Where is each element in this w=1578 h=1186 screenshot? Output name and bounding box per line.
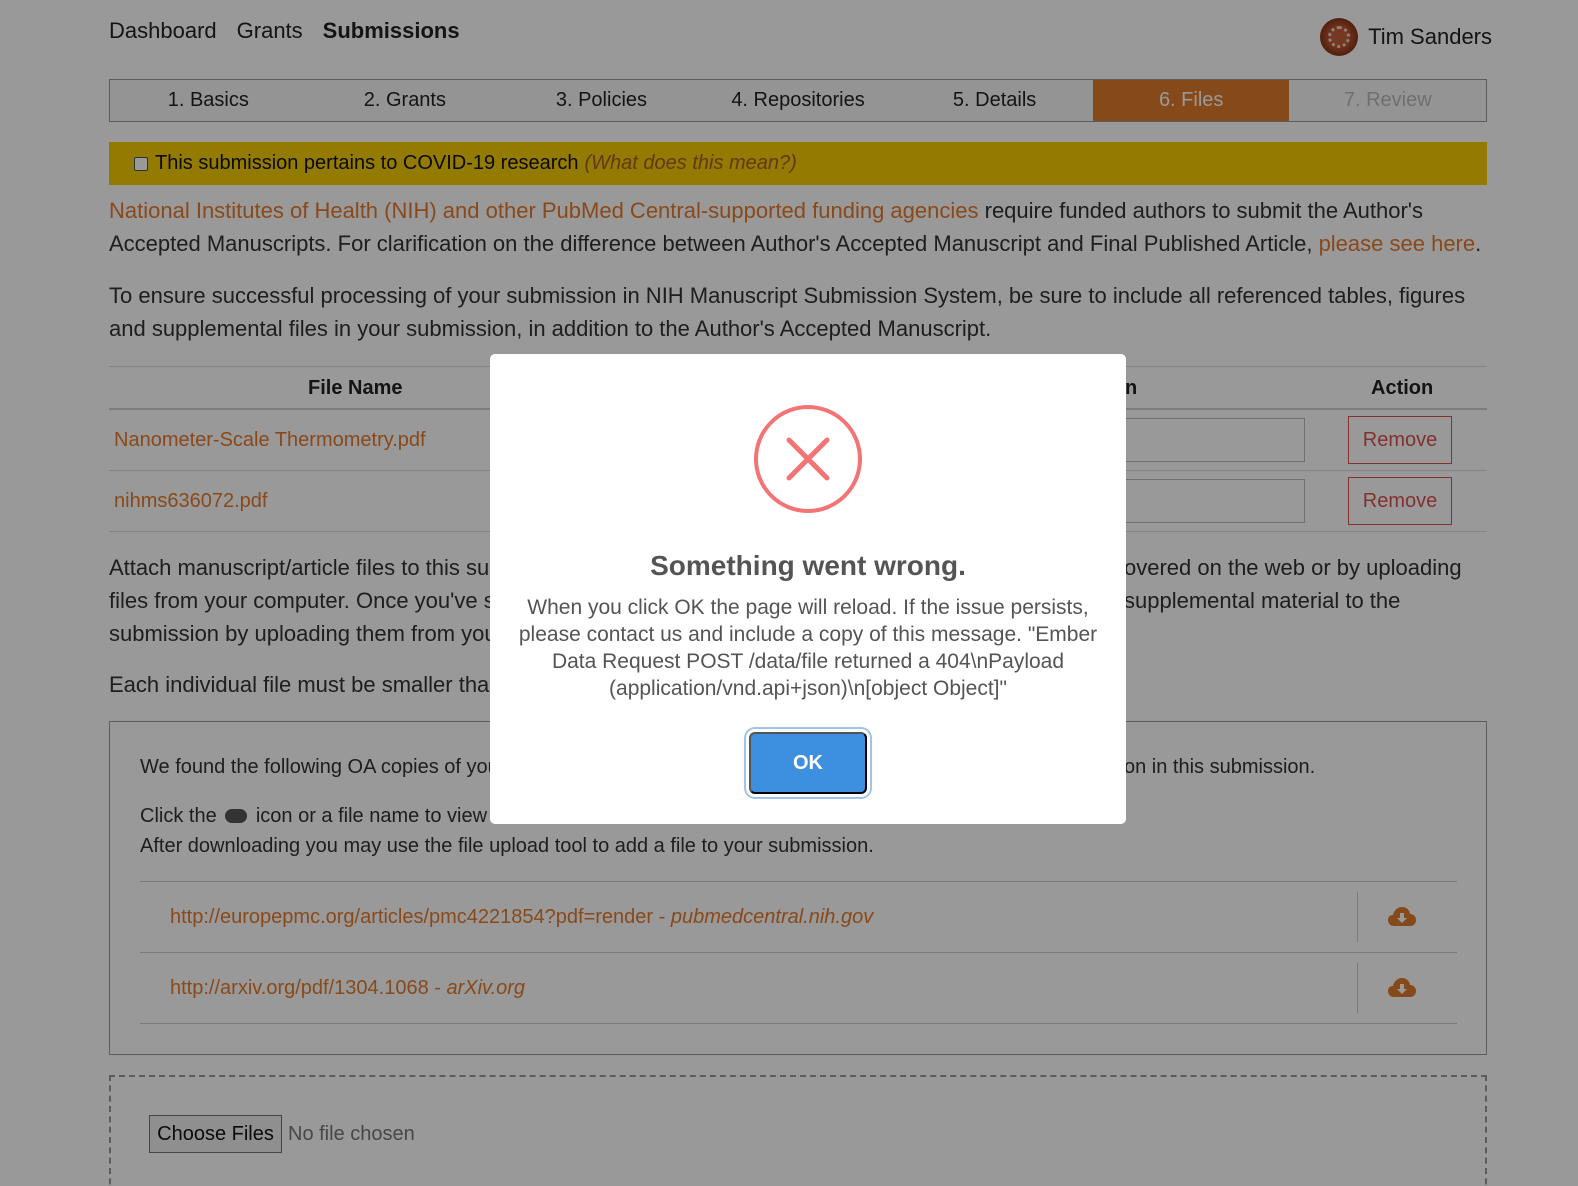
error-x-icon (754, 405, 862, 513)
dialog-title: Something went wrong. (650, 550, 966, 581)
ok-button[interactable]: OK (749, 732, 867, 794)
error-dialog: Something went wrong. When you click OK … (490, 354, 1126, 824)
dialog-message: When you click OK the page will reload. … (518, 596, 1098, 700)
